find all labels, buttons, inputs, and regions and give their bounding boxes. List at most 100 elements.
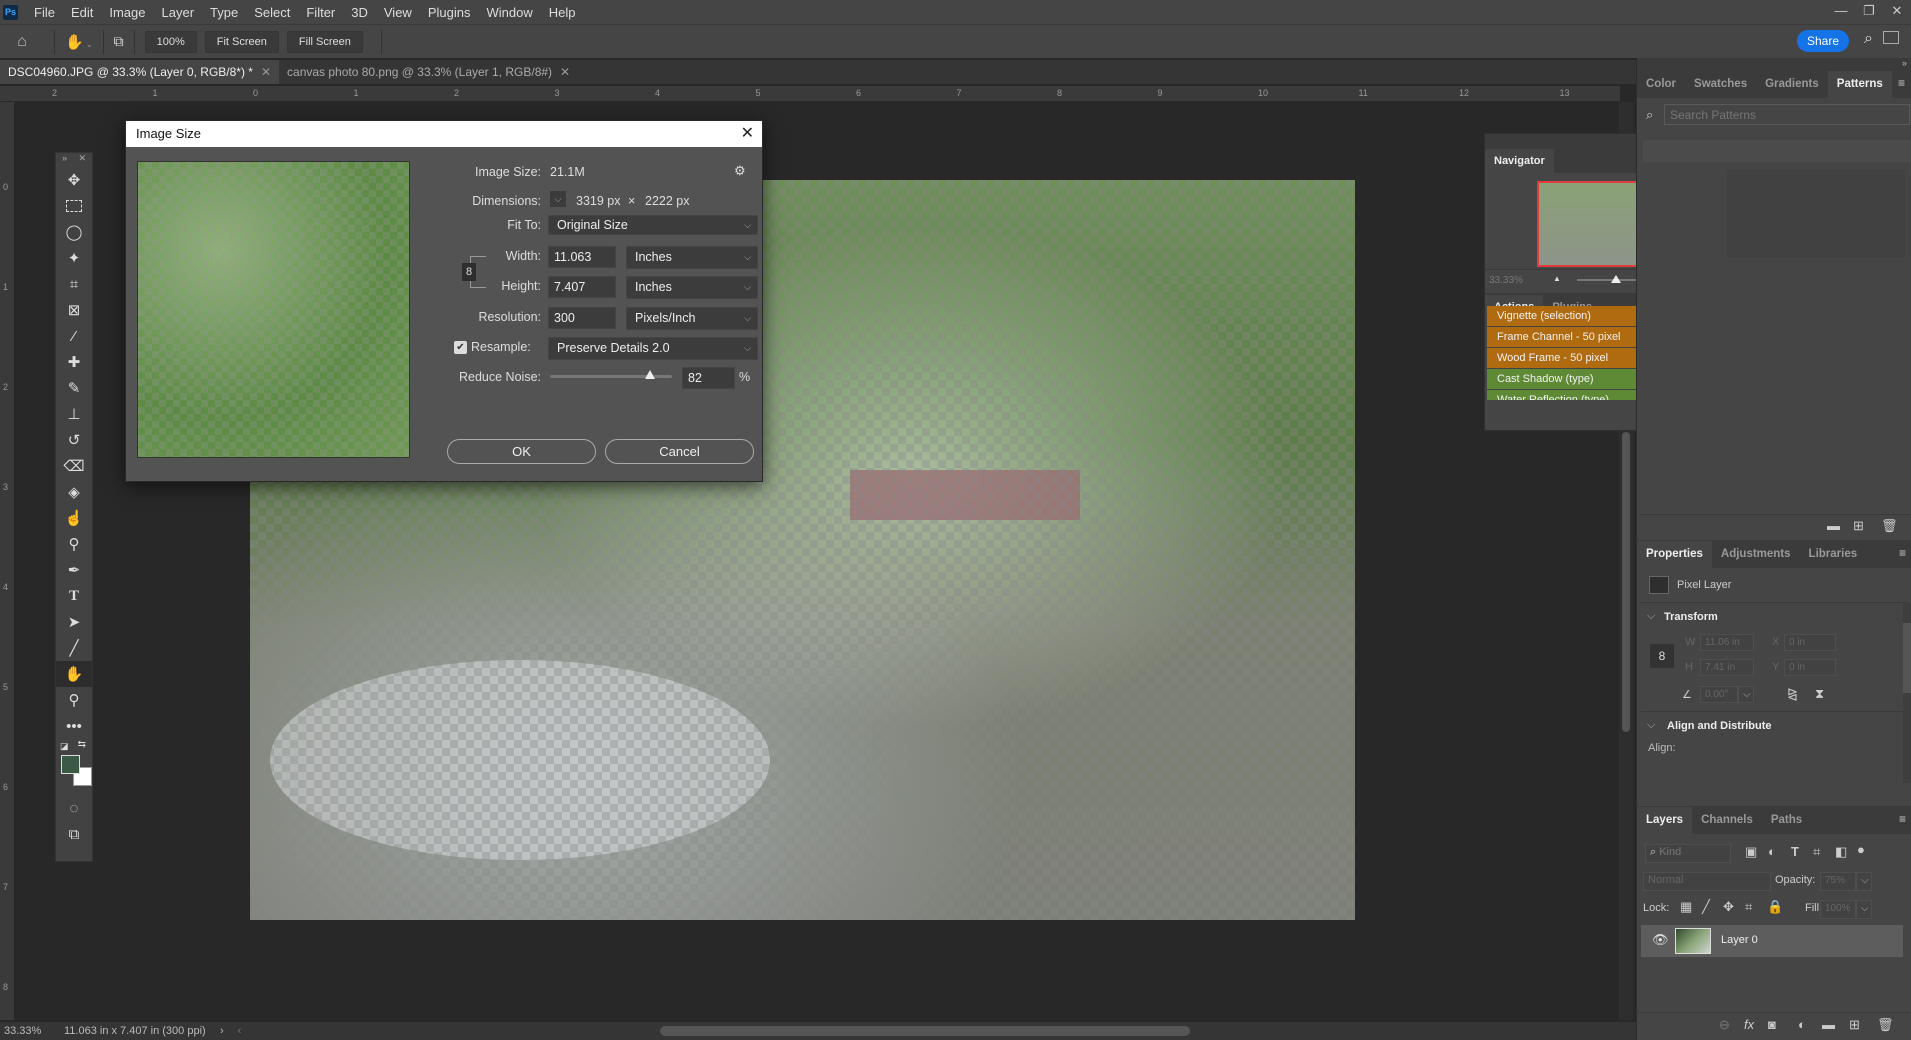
- resample-checkbox[interactable]: ✔: [454, 341, 467, 354]
- lock-artboard-icon[interactable]: ⌗: [1745, 899, 1752, 915]
- doc-tab-canvas-photo[interactable]: canvas photo 80.png @ 33.3% (Layer 1, RG…: [279, 60, 578, 84]
- filter-toggle-icon[interactable]: ●: [1857, 842, 1865, 857]
- quick-mask-icon[interactable]: ◌: [56, 795, 92, 821]
- reduce-noise-input[interactable]: 82: [682, 367, 735, 389]
- paint-bucket-tool-icon[interactable]: ◈: [56, 479, 92, 505]
- close-tab-icon[interactable]: ✕: [261, 65, 271, 79]
- horizontal-scroll-thumb[interactable]: [660, 1026, 1190, 1036]
- tab-libraries[interactable]: Libraries: [1800, 541, 1867, 568]
- magic-wand-tool-icon[interactable]: ✦: [56, 245, 92, 271]
- restore-button[interactable]: ❐: [1855, 0, 1883, 24]
- scroll-left-icon[interactable]: ‹: [238, 1025, 242, 1037]
- h-input[interactable]: 7.41 in: [1700, 659, 1754, 676]
- width-input[interactable]: 11.063: [548, 246, 616, 268]
- properties-scrollbar[interactable]: [1903, 603, 1911, 783]
- expand-icon[interactable]: »: [62, 153, 67, 167]
- new-layer-icon[interactable]: ⊞: [1849, 1017, 1860, 1033]
- pen-tool-icon[interactable]: ✒: [56, 557, 92, 583]
- height-input[interactable]: 7.407: [548, 276, 616, 298]
- hand-tool-icon[interactable]: ✋: [56, 661, 92, 687]
- close-icon[interactable]: ✕: [78, 153, 86, 167]
- width-unit-select[interactable]: Inches ⌵: [626, 246, 758, 269]
- align-chevron-icon[interactable]: ⌵: [1647, 719, 1655, 732]
- fit-screen-button[interactable]: Fit Screen: [204, 30, 279, 53]
- layer-kind-filter[interactable]: ⌕ Kind: [1645, 844, 1731, 863]
- screen-mode-icon[interactable]: ⧉: [56, 821, 92, 847]
- delete-icon[interactable]: 🗑: [1881, 518, 1898, 534]
- doc-tab-dsc04960[interactable]: DSC04960.JPG @ 33.3% (Layer 0, RGB/8*) *…: [0, 60, 280, 84]
- filter-pixel-icon[interactable]: ▣: [1745, 844, 1757, 860]
- height-unit-select[interactable]: Inches ⌵: [626, 276, 758, 299]
- scroll-all-windows-icon[interactable]: ⧉: [114, 33, 124, 50]
- default-colors-icon[interactable]: ◪: [60, 741, 69, 752]
- workspace-icon[interactable]: [1883, 31, 1899, 44]
- tab-swatches[interactable]: Swatches: [1685, 71, 1756, 98]
- scroll-thumb[interactable]: [1903, 623, 1911, 693]
- navigator-zoom-thumb[interactable]: [1611, 275, 1621, 283]
- frame-tool-icon[interactable]: ⊠: [56, 297, 92, 323]
- tab-color[interactable]: Color: [1637, 71, 1685, 98]
- move-tool-icon[interactable]: ✥: [56, 167, 92, 193]
- layer-row[interactable]: 👁 Layer 0: [1641, 925, 1903, 957]
- minimize-button[interactable]: —: [1827, 0, 1855, 24]
- transform-chevron-icon[interactable]: ⌵: [1647, 610, 1655, 623]
- foreground-color-swatch[interactable]: [61, 755, 80, 774]
- angle-input[interactable]: 0.00°: [1700, 686, 1738, 703]
- tab-navigator[interactable]: Navigator: [1485, 149, 1554, 173]
- flip-vertical-icon[interactable]: ⧗: [1815, 686, 1824, 702]
- close-tab-icon[interactable]: ✕: [560, 65, 570, 79]
- dialog-close-button[interactable]: ✕: [741, 121, 754, 147]
- dimensions-dropdown-icon[interactable]: ⌵: [550, 191, 566, 207]
- new-adjustment-layer-icon[interactable]: ◐: [1798, 1017, 1806, 1032]
- navigator-zoom-value[interactable]: 33.33%: [1489, 275, 1523, 286]
- lasso-tool-icon[interactable]: ◯: [56, 219, 92, 245]
- opacity-input[interactable]: 75%: [1820, 872, 1856, 891]
- fill-screen-button[interactable]: Fill Screen: [286, 30, 363, 53]
- tab-channels[interactable]: Channels: [1692, 807, 1762, 834]
- line-tool-icon[interactable]: ╱: [56, 635, 92, 661]
- tab-adjustments[interactable]: Adjustments: [1712, 541, 1800, 568]
- fit-to-select[interactable]: Original Size ⌵: [548, 215, 758, 235]
- brush-tool-icon[interactable]: ✎: [56, 375, 92, 401]
- expand-icon[interactable]: »: [1902, 58, 1907, 68]
- home-icon[interactable]: ⌂: [0, 33, 44, 51]
- filter-smart-object-icon[interactable]: ◧: [1835, 844, 1847, 860]
- filter-type-icon[interactable]: T: [1791, 844, 1799, 859]
- scroll-thumb[interactable]: [1622, 432, 1630, 732]
- type-tool-icon[interactable]: T: [56, 583, 92, 609]
- menu-view[interactable]: View: [376, 5, 420, 20]
- search-patterns-input[interactable]: [1664, 104, 1910, 125]
- menu-edit[interactable]: Edit: [63, 5, 101, 20]
- filter-shape-icon[interactable]: ⌗: [1813, 844, 1820, 860]
- reduce-noise-slider-thumb[interactable]: [645, 370, 656, 379]
- fill-dropdown[interactable]: ⌵: [1856, 900, 1872, 919]
- menu-filter[interactable]: Filter: [298, 5, 343, 20]
- history-brush-tool-icon[interactable]: ↺: [56, 427, 92, 453]
- eraser-tool-icon[interactable]: ⌫: [56, 453, 92, 479]
- lock-image-icon[interactable]: ╱: [1702, 899, 1710, 915]
- status-expand-icon[interactable]: ›: [220, 1025, 224, 1037]
- smudge-tool-icon[interactable]: ☝: [56, 505, 92, 531]
- tab-patterns[interactable]: Patterns: [1827, 71, 1892, 98]
- reduce-noise-slider[interactable]: [550, 370, 672, 379]
- menu-help[interactable]: Help: [541, 5, 584, 20]
- menu-image[interactable]: Image: [101, 5, 153, 20]
- panel-menu-icon[interactable]: ≡: [1899, 546, 1906, 560]
- new-group-folder-icon[interactable]: ▬: [1827, 518, 1840, 533]
- layer-name[interactable]: Layer 0: [1721, 934, 1758, 946]
- resolution-input[interactable]: 300: [548, 307, 616, 329]
- new-group-icon[interactable]: ▬: [1822, 1017, 1835, 1032]
- panel-menu-icon[interactable]: ≡: [1899, 812, 1906, 826]
- menu-select[interactable]: Select: [246, 5, 298, 20]
- share-button[interactable]: Share: [1797, 30, 1849, 52]
- dodge-tool-icon[interactable]: ⚲: [56, 531, 92, 557]
- image-preview[interactable]: [137, 161, 410, 458]
- zoom-tool-icon[interactable]: ⚲: [56, 687, 92, 713]
- add-mask-icon[interactable]: ◙: [1768, 1017, 1776, 1032]
- menu-file[interactable]: File: [26, 5, 63, 20]
- opacity-dropdown[interactable]: ⌵: [1856, 872, 1872, 891]
- hand-tool-preset-icon[interactable]: ✋ ⌄: [65, 33, 93, 51]
- filter-adjustment-icon[interactable]: ◐: [1768, 844, 1776, 859]
- more-tools-icon[interactable]: •••: [56, 713, 92, 739]
- pattern-group-row[interactable]: [1643, 140, 1911, 162]
